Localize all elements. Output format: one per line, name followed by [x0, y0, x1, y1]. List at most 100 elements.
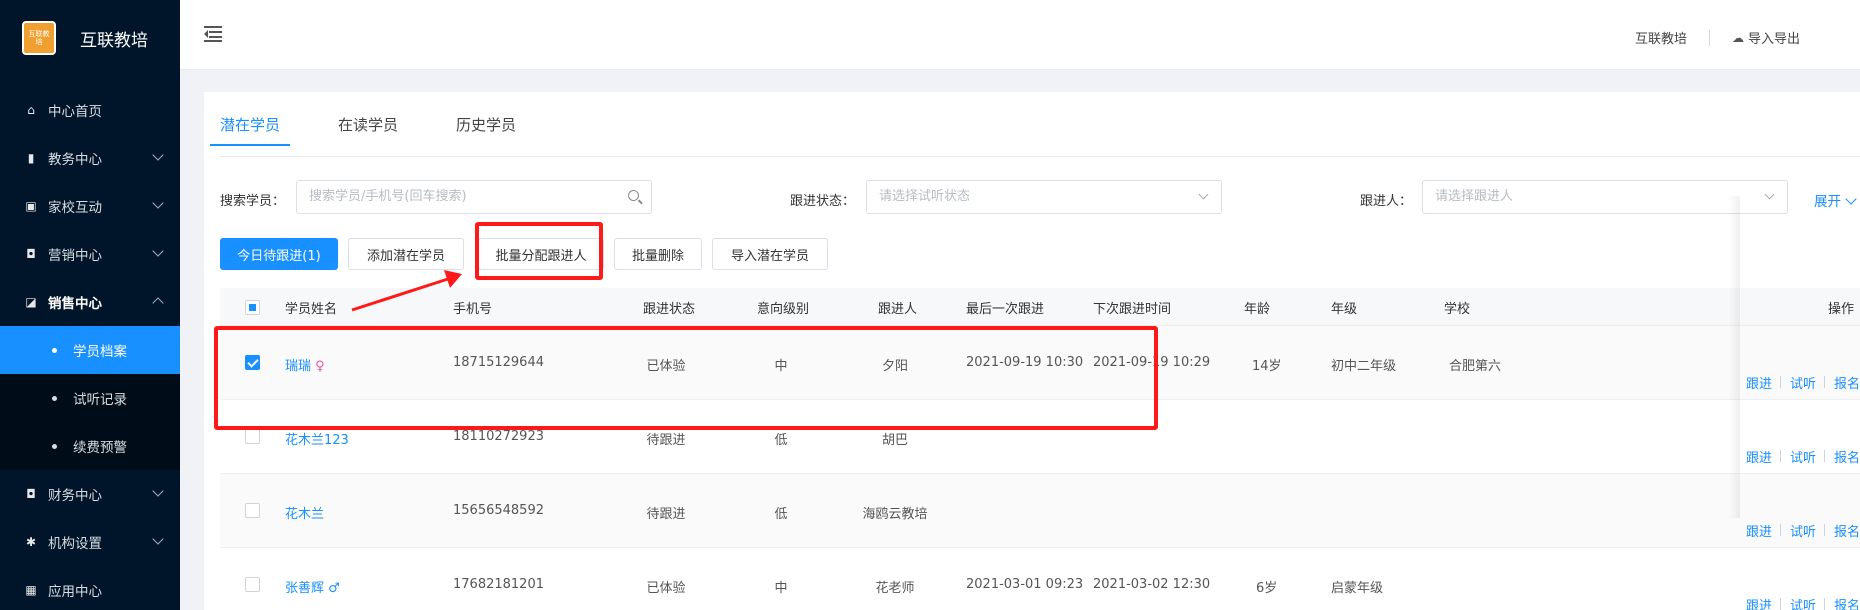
student-name-link[interactable]: 张善辉 ♂: [285, 577, 340, 596]
op-followup-link[interactable]: 跟进: [1746, 373, 1772, 392]
row-checkbox[interactable]: [245, 577, 260, 592]
status-select[interactable]: 请选择试听状态: [866, 180, 1222, 214]
male-icon: ♂: [328, 581, 340, 596]
sidebar-item-label: 中心首页: [48, 104, 102, 120]
ops-column-shadow: [1728, 196, 1740, 518]
bullet-icon: [52, 395, 57, 401]
sidebar-item-finance[interactable]: ◘ 财务中心: [0, 470, 180, 518]
row-checkbox[interactable]: [245, 429, 260, 444]
status-placeholder: 请选择试听状态: [879, 189, 971, 204]
collapse-sidebar-icon[interactable]: [204, 26, 222, 42]
follower-cell: 胡巴: [881, 433, 909, 448]
tab-history[interactable]: 历史学员: [456, 110, 516, 150]
table-row[interactable]: 花木兰 15656548592 待跟进 低 海鸥云教培: [220, 474, 1860, 548]
op-followup-link[interactable]: 跟进: [1746, 447, 1772, 466]
gear-icon: ✱: [25, 535, 37, 549]
school-cell: 合肥第六: [1449, 359, 1502, 374]
col-status: 跟进状态: [643, 302, 696, 317]
table-row[interactable]: 瑞瑞 ♀ 18715129644 已体验 中 夕阳 2021-09-19 10:…: [220, 326, 1860, 400]
op-enroll-link[interactable]: 报名: [1834, 373, 1860, 392]
chevron-down-icon: [1198, 189, 1209, 200]
brand-name: 互联教培: [80, 30, 148, 51]
phone-cell: 18110272923: [453, 429, 544, 444]
select-all-checkbox[interactable]: [245, 300, 260, 315]
batch-assign-follower-button[interactable]: 批量分配跟进人: [478, 238, 604, 270]
bag-icon: ◘: [26, 247, 36, 261]
chevron-down-icon: [152, 149, 164, 161]
sidebar-item-academic[interactable]: ▮ 教务中心: [0, 134, 180, 182]
batch-delete-button[interactable]: 批量删除: [614, 238, 702, 270]
op-divider: [1780, 376, 1781, 388]
phone-cell: 15656548592: [453, 503, 544, 518]
table-row[interactable]: 花木兰123 18110272923 待跟进 低 胡巴: [220, 400, 1860, 474]
tab-enrolled[interactable]: 在读学员: [338, 110, 398, 150]
top-header: 互联教培 ☁ 导入导出: [180, 0, 1860, 70]
bullet-icon: [52, 347, 57, 353]
sidebar-item-settings[interactable]: ✱ 机构设置: [0, 518, 180, 566]
ops-column: 跟进 试听 报名 跟进 试听 报名 跟进 试听 报名 跟进 试听 报名: [1740, 196, 1860, 610]
last-followup-cell: 2021-03-01 09:23: [966, 577, 1084, 592]
row-checkbox[interactable]: [245, 503, 260, 518]
follower-cell: 花老师: [875, 581, 915, 596]
grid-icon: ▦: [25, 583, 37, 597]
chevron-down-icon: [152, 485, 164, 497]
op-trial-link[interactable]: 试听: [1790, 447, 1816, 466]
sidebar-item-sales[interactable]: ◪ 销售中心: [0, 278, 180, 326]
student-name[interactable]: 花木兰: [285, 503, 324, 522]
phone-cell: 18715129644: [453, 355, 544, 370]
search-input[interactable]: 搜索学员/手机号(回车搜索): [296, 180, 652, 214]
status-cell: 已体验: [646, 359, 686, 374]
tab-potential[interactable]: 潜在学员: [209, 110, 291, 150]
sidebar-menu: ⌂ 中心首页 ▮ 教务中心 ▣ 家校互动 ◘ 营销中心 ◪ 销售中心 学员档案 …: [0, 86, 180, 610]
tabs-divider: [220, 156, 1860, 157]
col-level: 意向级别: [757, 302, 810, 317]
op-enroll-link[interactable]: 报名: [1834, 521, 1860, 540]
follower-label: 跟进人：: [1360, 194, 1413, 209]
org-name[interactable]: 互联教培: [1635, 28, 1687, 47]
last-followup-cell: 2021-09-19 10:30: [966, 355, 1084, 370]
chevron-down-icon: [152, 533, 164, 545]
status-cell: 已体验: [646, 581, 686, 596]
sidebar-subitem-trial-records[interactable]: 试听记录: [0, 374, 180, 422]
chevron-up-icon: [152, 297, 164, 309]
op-trial-link[interactable]: 试听: [1790, 521, 1816, 540]
sidebar-item-marketing[interactable]: ◘ 营销中心: [0, 230, 180, 278]
op-trial-link[interactable]: 试听: [1790, 373, 1816, 392]
follower-cell: 夕阳: [881, 359, 909, 374]
op-followup-link[interactable]: 跟进: [1746, 521, 1772, 540]
today-followup-button[interactable]: 今日待跟进(1): [220, 238, 338, 270]
import-potential-student-button[interactable]: 导入潜在学员: [712, 238, 828, 270]
add-potential-student-button[interactable]: 添加潜在学员: [348, 238, 464, 270]
sidebar-item-label: 营销中心: [48, 248, 102, 264]
logo-text: 互联教培: [28, 30, 50, 46]
level-cell: 中: [774, 581, 788, 596]
sidebar-item-home-school[interactable]: ▣ 家校互动: [0, 182, 180, 230]
main-card: 潜在学员 在读学员 历史学员 搜索学员： 搜索学员/手机号(回车搜索) 跟进状态…: [204, 92, 1860, 610]
sidebar-subitem-label: 续费预警: [73, 440, 127, 456]
op-enroll-link[interactable]: 报名: [1834, 447, 1860, 466]
app-root: 互联教培 互联教培 ⌂ 中心首页 ▮ 教务中心 ▣ 家校互动 ◘ 营销中心 ◪ …: [0, 0, 1860, 610]
status-label: 跟进状态：: [790, 194, 856, 209]
student-name[interactable]: 花木兰123: [285, 429, 349, 448]
table-row[interactable]: 张善辉 ♂ 17682181201 已体验 中 花老师 2021-03-01 0…: [220, 548, 1860, 610]
search-icon[interactable]: [628, 190, 639, 201]
row-checkbox[interactable]: [245, 355, 260, 370]
op-enroll-link[interactable]: 报名: [1834, 595, 1860, 610]
sidebar-item-apps[interactable]: ▦ 应用中心: [0, 566, 180, 610]
sidebar-subitem-student-records[interactable]: 学员档案: [0, 326, 180, 374]
sidebar-item-label: 应用中心: [48, 584, 102, 600]
sidebar-item-label: 机构设置: [48, 536, 102, 552]
chart-icon: ◪: [25, 295, 37, 309]
op-divider: [1824, 598, 1825, 610]
follower-cell: 海鸥云教培: [862, 507, 928, 522]
import-export-link[interactable]: 导入导出: [1748, 28, 1800, 47]
sidebar: 互联教培 互联教培 ⌂ 中心首页 ▮ 教务中心 ▣ 家校互动 ◘ 营销中心 ◪ …: [0, 0, 180, 610]
bullet-icon: [52, 443, 57, 449]
op-divider: [1780, 524, 1781, 536]
student-name-link[interactable]: 瑞瑞 ♀: [285, 355, 325, 374]
age-cell: 6岁: [1256, 581, 1278, 596]
op-followup-link[interactable]: 跟进: [1746, 595, 1772, 610]
sidebar-subitem-renewal-alert[interactable]: 续费预警: [0, 422, 180, 470]
op-trial-link[interactable]: 试听: [1790, 595, 1816, 610]
sidebar-item-home[interactable]: ⌂ 中心首页: [0, 86, 180, 134]
